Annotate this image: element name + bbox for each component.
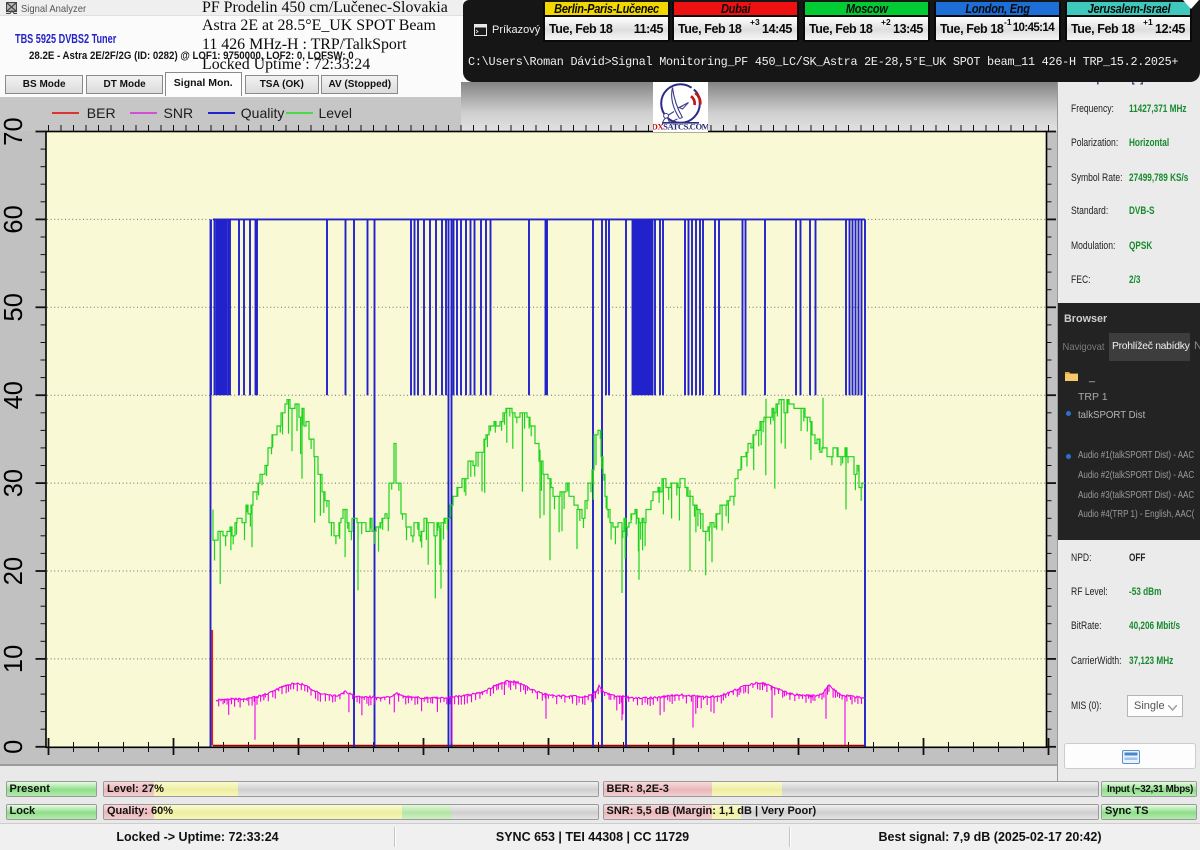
svg-text:40: 40 [0, 381, 28, 409]
svg-text:70: 70 [0, 117, 28, 145]
svg-text:50: 50 [0, 293, 28, 321]
svg-text:DXSATCS.COM: DXSATCS.COM [653, 122, 708, 132]
svg-text:0: 0 [0, 740, 28, 754]
svg-text:30: 30 [0, 469, 28, 497]
svg-text:20: 20 [0, 557, 28, 585]
svg-text:10: 10 [0, 645, 28, 673]
svg-text:60: 60 [0, 205, 28, 233]
